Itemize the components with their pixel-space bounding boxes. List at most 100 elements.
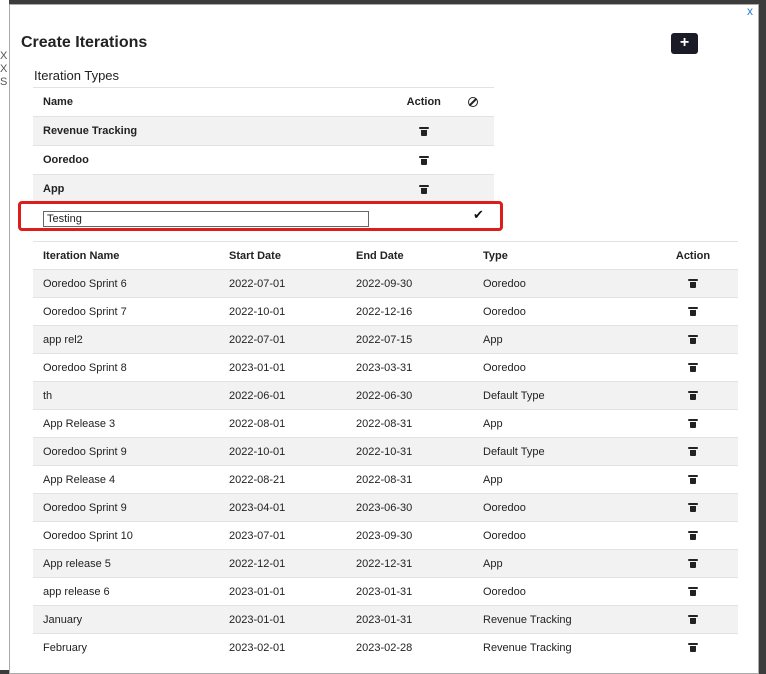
trash-icon[interactable] <box>688 615 698 625</box>
trash-icon[interactable] <box>418 184 429 194</box>
start-date: 2022-12-01 <box>219 549 346 578</box>
iteration-type: Ooredoo <box>473 577 648 606</box>
trash-icon[interactable] <box>688 335 698 345</box>
iteration-type: Default Type <box>473 437 648 466</box>
iteration-type: Ooredoo <box>473 353 648 382</box>
table-row: th 2022-06-01 2022-06-30 Default Type <box>33 381 738 410</box>
table-row: App release 5 2022-12-01 2022-12-31 App <box>33 549 738 578</box>
iteration-name: January <box>33 605 219 634</box>
background-page-strip: X X S <box>0 0 9 670</box>
iteration-name: Ooredoo Sprint 6 <box>33 269 219 298</box>
modal-title: Create Iterations <box>21 34 148 51</box>
trash-icon[interactable] <box>688 503 698 513</box>
trash-icon[interactable] <box>688 559 698 569</box>
start-date: 2023-01-01 <box>219 577 346 606</box>
type-name: App <box>33 174 395 203</box>
column-header-name: Name <box>33 87 395 117</box>
close-icon[interactable]: x <box>741 5 758 20</box>
background-text: X <box>0 63 8 75</box>
start-date: 2022-07-01 <box>219 269 346 298</box>
start-date: 2023-02-01 <box>219 633 346 661</box>
iteration-type: Default Type <box>473 381 648 410</box>
create-iterations-modal: x Create Iterations + Iteration Types Na… <box>9 4 759 674</box>
trash-icon[interactable] <box>688 531 698 541</box>
table-row: Ooredoo Sprint 9 2023-04-01 2023-06-30 Oore… <box>33 493 738 522</box>
end-date: 2022-06-30 <box>346 381 473 410</box>
table-row: Ooredoo Sprint 9 2022-10-01 2022-10-31 Defa… <box>33 437 738 466</box>
iteration-types-title: Iteration Types <box>34 68 120 83</box>
iteration-name: February <box>33 633 219 661</box>
trash-icon[interactable] <box>688 587 698 597</box>
iteration-type: App <box>473 409 648 438</box>
trash-icon[interactable] <box>688 447 698 457</box>
end-date: 2022-10-31 <box>346 437 473 466</box>
ban-icon[interactable] <box>468 97 479 108</box>
check-icon[interactable]: ✔ <box>473 207 484 223</box>
start-date: 2023-01-01 <box>219 605 346 634</box>
trash-icon[interactable] <box>688 419 698 429</box>
end-date: 2022-09-30 <box>346 269 473 298</box>
column-header-end-date: End Date <box>346 241 473 270</box>
iterations-table: Iteration Name Start Date End Date Type … <box>33 241 738 661</box>
end-date: 2023-01-31 <box>346 577 473 606</box>
column-header-action: Action <box>394 87 453 117</box>
background-text: S <box>0 76 8 88</box>
new-type-input[interactable] <box>43 211 369 227</box>
background-text: X <box>0 50 8 62</box>
start-date: 2023-01-01 <box>219 353 346 382</box>
end-date: 2022-12-16 <box>346 297 473 326</box>
iteration-type: Ooredoo <box>473 493 648 522</box>
column-header-start-date: Start Date <box>219 241 346 270</box>
iteration-name: app release 6 <box>33 577 219 606</box>
type-name: Ooredoo <box>33 145 395 175</box>
trash-icon[interactable] <box>688 475 698 485</box>
trash-icon[interactable] <box>418 155 429 165</box>
table-row: app rel2 2022-07-01 2022-07-15 App <box>33 325 738 354</box>
column-header-iteration-name: Iteration Name <box>33 241 219 270</box>
trash-icon[interactable] <box>688 307 698 317</box>
trash-icon[interactable] <box>688 643 698 653</box>
end-date: 2022-07-15 <box>346 325 473 354</box>
add-iteration-button[interactable]: + <box>671 33 698 54</box>
end-date: 2022-08-31 <box>346 465 473 494</box>
column-header-type: Type <box>473 241 648 270</box>
end-date: 2023-06-30 <box>346 493 473 522</box>
iteration-type: Ooredoo <box>473 269 648 298</box>
table-row: App Release 3 2022-08-01 2022-08-31 App <box>33 409 738 438</box>
iteration-name: App Release 4 <box>33 465 219 494</box>
start-date: 2022-08-21 <box>219 465 346 494</box>
trash-icon[interactable] <box>688 279 698 289</box>
start-date: 2023-04-01 <box>219 493 346 522</box>
iteration-name: app rel2 <box>33 325 219 354</box>
iteration-name: App release 5 <box>33 549 219 578</box>
trash-icon[interactable] <box>418 126 429 136</box>
iteration-name: Ooredoo Sprint 8 <box>33 353 219 382</box>
iteration-type: App <box>473 325 648 354</box>
trash-icon[interactable] <box>688 391 698 401</box>
iteration-type: App <box>473 465 648 494</box>
start-date: 2023-07-01 <box>219 521 346 550</box>
trash-icon[interactable] <box>688 363 698 373</box>
iteration-name: Ooredoo Sprint 9 <box>33 493 219 522</box>
end-date: 2023-09-30 <box>346 521 473 550</box>
end-date: 2023-02-28 <box>346 633 473 661</box>
iteration-type: Ooredoo <box>473 521 648 550</box>
iteration-name: Ooredoo Sprint 7 <box>33 297 219 326</box>
iteration-name: Ooredoo Sprint 9 <box>33 437 219 466</box>
iteration-type: App <box>473 549 648 578</box>
table-row: App <box>33 174 494 203</box>
iteration-types-table: Name Action Revenue Tracking Ooredoo App <box>33 87 494 203</box>
column-header-action: Action <box>648 241 738 270</box>
end-date: 2023-01-31 <box>346 605 473 634</box>
iteration-name: App Release 3 <box>33 409 219 438</box>
table-row: Ooredoo Sprint 10 2023-07-01 2023-09-30 Oor… <box>33 521 738 550</box>
end-date: 2022-08-31 <box>346 409 473 438</box>
iteration-name: th <box>33 381 219 410</box>
start-date: 2022-10-01 <box>219 437 346 466</box>
iteration-type: Revenue Tracking <box>473 605 648 634</box>
start-date: 2022-06-01 <box>219 381 346 410</box>
table-row: Revenue Tracking <box>33 116 494 146</box>
table-header-row: Iteration Name Start Date End Date Type … <box>33 241 738 270</box>
iteration-type: Ooredoo <box>473 297 648 326</box>
start-date: 2022-07-01 <box>219 325 346 354</box>
